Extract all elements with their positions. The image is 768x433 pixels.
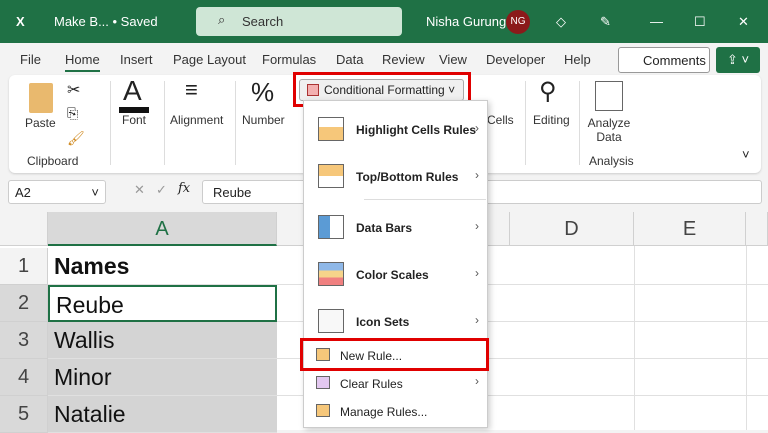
document-title[interactable]: Make B... • Saved — [54, 14, 158, 29]
tab-formulas[interactable]: Formulas — [262, 52, 316, 67]
percent-icon: % — [251, 77, 275, 107]
scroll-right[interactable] — [746, 212, 768, 246]
column-header-d[interactable]: D — [510, 212, 634, 246]
copy-icon[interactable]: ⎘ — [67, 105, 78, 122]
search-icon: ⌕ — [218, 12, 226, 27]
user-name: Nisha Gurung — [426, 14, 507, 29]
cancel-icon[interactable]: ✕ — [134, 182, 145, 198]
menu-label: Top/Bottom Rules — [356, 170, 459, 184]
clear-rules-icon — [316, 376, 330, 389]
analysis-group-label: Analysis — [589, 154, 634, 168]
cell-a1[interactable]: Names — [48, 248, 277, 285]
menu-item-clear-rules[interactable]: Clear Rules › — [304, 371, 487, 397]
tab-view[interactable]: View — [439, 52, 467, 67]
cells-button[interactable]: Cells — [487, 113, 514, 127]
conditional-formatting-menu: Highlight Cells Rules › Top/Bottom Rules ›… — [303, 100, 488, 428]
menu-label: Highlight Cells Rules — [356, 123, 477, 137]
menu-item-top-bottom-rules[interactable]: Top/Bottom Rules › — [304, 158, 487, 194]
tab-file[interactable]: File — [20, 52, 41, 67]
maximize-icon[interactable]: ☐ — [694, 14, 706, 30]
icon-sets-icon — [318, 309, 344, 333]
cell-a3[interactable]: Wallis — [48, 322, 277, 359]
menu-label: Color Scales — [356, 268, 429, 282]
column-header-e[interactable]: E — [634, 212, 746, 246]
cell-a4[interactable]: Minor — [48, 359, 277, 396]
row-header[interactable]: 4 — [0, 359, 48, 396]
title-bar: X Make B... • Saved ⌕ Search Nisha Gurung… — [0, 0, 768, 43]
row-header[interactable]: 3 — [0, 322, 48, 359]
format-painter-icon[interactable]: 🖌 — [67, 130, 85, 147]
tab-insert[interactable]: Insert — [120, 52, 153, 67]
editing-button[interactable]: Editing — [533, 113, 570, 127]
diamond-icon[interactable]: ◇ — [556, 14, 566, 30]
chevron-right-icon: › — [475, 266, 479, 280]
chevron-right-icon: › — [475, 219, 479, 233]
menu-label: Clear Rules — [340, 377, 403, 391]
chevron-right-icon: › — [475, 121, 479, 135]
tab-home[interactable]: Home — [65, 52, 100, 72]
alignment-button[interactable]: Alignment — [170, 113, 223, 127]
tab-help[interactable]: Help — [564, 52, 591, 67]
menu-label: Icon Sets — [356, 315, 410, 329]
search-icon: ⚲ — [539, 78, 557, 105]
name-box[interactable]: A2 ˅ — [8, 180, 106, 204]
search-box[interactable]: ⌕ Search — [196, 7, 402, 36]
avatar[interactable]: NG — [506, 10, 530, 34]
menu-item-highlight-cells-rules[interactable]: Highlight Cells Rules › — [304, 111, 487, 147]
tab-review[interactable]: Review — [382, 52, 425, 67]
menu-item-icon-sets[interactable]: Icon Sets › — [304, 303, 487, 339]
font-button[interactable]: Font — [122, 113, 146, 127]
color-scales-icon — [318, 262, 344, 286]
highlight-box-new-rule — [300, 338, 489, 371]
top-bottom-icon — [318, 164, 344, 188]
menu-label: Data Bars — [356, 221, 413, 235]
comments-label: Comments — [643, 53, 706, 68]
close-icon[interactable]: ✕ — [738, 14, 749, 30]
analyze-data-button[interactable]: Analyze Data — [587, 116, 631, 144]
column-header-a[interactable]: A — [48, 212, 277, 246]
paste-button[interactable]: Paste — [25, 116, 56, 130]
name-box-value: A2 — [15, 185, 31, 200]
row-header[interactable]: 5 — [0, 396, 48, 433]
cell-a5[interactable]: Natalie — [48, 396, 277, 433]
tab-page-layout[interactable]: Page Layout — [173, 52, 246, 67]
excel-logo-icon: X — [16, 14, 25, 29]
tab-developer[interactable]: Developer — [486, 52, 545, 67]
enter-icon[interactable]: ✓ — [156, 182, 167, 198]
comments-button[interactable]: Comments — [618, 47, 710, 73]
menu-item-color-scales[interactable]: Color Scales › — [304, 256, 487, 292]
tab-data[interactable]: Data — [336, 52, 363, 67]
paste-icon — [29, 83, 53, 113]
clipboard-group-label: Clipboard — [27, 154, 79, 168]
pen-icon[interactable]: ✎ — [600, 14, 611, 30]
cell-a2[interactable]: Reube — [48, 285, 277, 322]
collapse-ribbon-icon[interactable]: ˅ — [742, 147, 750, 162]
menu-label: Manage Rules... — [340, 405, 428, 419]
formula-value: Reube — [213, 185, 252, 200]
menu-item-data-bars[interactable]: Data Bars › — [304, 209, 487, 245]
chevron-right-icon: › — [475, 374, 479, 388]
row-header[interactable]: 1 — [0, 248, 48, 285]
cut-icon[interactable]: ✂ — [67, 80, 80, 100]
manage-rules-icon — [316, 404, 330, 417]
chevron-right-icon: › — [475, 313, 479, 327]
number-button[interactable]: Number — [242, 113, 285, 127]
highlight-cells-icon — [318, 117, 344, 141]
select-all-corner[interactable] — [0, 212, 48, 246]
minimize-icon[interactable]: — — [650, 14, 663, 29]
menu-item-manage-rules[interactable]: Manage Rules... — [304, 399, 487, 425]
share-button[interactable]: ⇪ ˅ — [716, 47, 760, 73]
search-placeholder: Search — [242, 14, 284, 29]
alignment-icon: ≡ — [185, 77, 198, 102]
row-header[interactable]: 2 — [0, 285, 48, 322]
font-icon: A — [123, 75, 142, 106]
analyze-data-icon — [595, 81, 623, 111]
data-bars-icon — [318, 215, 344, 239]
chevron-right-icon: › — [475, 168, 479, 182]
insert-function-icon[interactable]: fx — [178, 181, 190, 196]
